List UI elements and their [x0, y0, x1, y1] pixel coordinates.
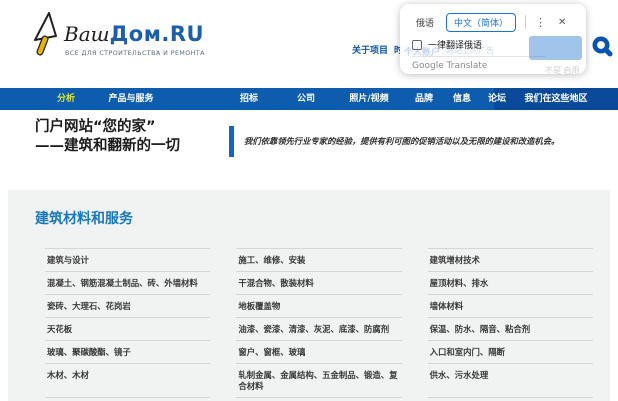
header-link-site-ads-obscured[interactable]: 网站上的广告 [446, 45, 494, 56]
header-link-account-obscured[interactable]: 个人账户 [404, 45, 440, 58]
category-link[interactable]: 施工、维修、安装 [236, 248, 402, 271]
category-link[interactable]: 建筑与设计 [45, 248, 211, 271]
logo-part-vash: Ваш [64, 22, 110, 46]
category-link[interactable]: 瓷砖、大理石、花岗岩 [45, 294, 211, 317]
category-link[interactable]: 供水、污水处理 [427, 363, 593, 397]
category-link[interactable]: 天花板 [45, 317, 211, 340]
category-link[interactable]: 玻璃、聚碳酸酯、镜子 [45, 340, 211, 363]
page-title-line2: ——建筑和翻新的一切 [35, 138, 180, 154]
nav-item-forum[interactable]: 论坛 [488, 88, 506, 110]
popup-separator [525, 15, 527, 29]
site-logo[interactable]: ВашДом.RU [64, 22, 204, 46]
category-link[interactable]: 混凝土、钢筋混凝土制品、砖、外墙材料 [45, 271, 211, 294]
header-link-about[interactable]: 关于项目 [352, 43, 388, 56]
category-link[interactable]: 屋顶材料、排水 [427, 271, 593, 294]
nav-item-info[interactable]: 信息 [453, 88, 471, 110]
nav-item-products[interactable]: 产品与服务 [108, 88, 153, 110]
translate-target-tab[interactable]: 中文（简体） [446, 12, 517, 32]
category-link[interactable]: 干混合物、散装材料 [236, 271, 402, 294]
category-link[interactable]: 窗户、窗框、玻璃 [236, 340, 402, 363]
category-link[interactable]: 管道、浴室、游泳池 [45, 397, 211, 401]
catalog-panel: 建筑材料和服务 建筑与设计 施工、维修、安装 建筑增材技术 混凝土、钢筋混凝土制… [8, 190, 610, 401]
category-link[interactable]: 建筑增材技术 [427, 248, 593, 271]
category-link[interactable]: 供暖和供气 [427, 397, 593, 401]
translate-source-tab[interactable]: 俄语 [410, 16, 440, 29]
logo-tagline: ВСЕ ДЛЯ СТРОИТЕЛЬСТВА И РЕМОНТА [65, 50, 205, 57]
category-link[interactable]: 木材、木材 [45, 363, 211, 397]
category-link[interactable]: 地板覆盖物 [236, 294, 402, 317]
logo-part-dom: Дом.RU [109, 22, 205, 46]
hero-quote: 我们依靠领先行业专家的经验，提供有利可图的促销活动以及无限的建设和改造机会。 [244, 136, 560, 146]
category-table: 建筑与设计 施工、维修、安装 建筑增材技术 混凝土、钢筋混凝土制品、砖、外墙材料… [45, 248, 593, 401]
nav-item-companies[interactable]: 公司 [297, 88, 315, 110]
obscured-text: 不是 启用 [545, 66, 580, 75]
search-icon[interactable] [591, 35, 615, 59]
more-options-icon[interactable]: ⋮ [533, 16, 548, 29]
category-link[interactable]: 油漆、瓷漆、清漆、灰泥、底漆、防腐剂 [236, 317, 402, 340]
header-submit-button-obscured[interactable] [529, 36, 582, 60]
category-link[interactable]: 轧制金属、金属结构、五金制品、锻造、复合材料 [236, 363, 402, 397]
nav-item-brands[interactable]: 品牌 [415, 88, 433, 110]
nav-item-regions[interactable]: 我们在这些地区 [524, 88, 587, 110]
nav-item-tenders[interactable]: 招标 [240, 88, 258, 110]
main-nav: 分析 产品与服务 招标 公司 照片/视频 品牌 信息 论坛 我们在这些地区 [0, 88, 618, 110]
category-link[interactable]: 通风和空调系统 [236, 397, 402, 401]
page-title: 门户网站“您的家” ——建筑和翻新的一切 [35, 118, 180, 156]
category-link[interactable]: 入口和室内门、隔断 [427, 340, 593, 363]
catalog-heading: 建筑材料和服务 [35, 211, 133, 227]
trowel-icon [32, 12, 64, 60]
close-icon[interactable]: ✕ [558, 17, 566, 28]
page: ВашДом.RU ВСЕ ДЛЯ СТРОИТЕЛЬСТВА И РЕМОНТ… [0, 0, 618, 401]
category-link[interactable]: 墙体材料 [427, 294, 593, 317]
page-title-line1: 门户网站“您的家” [35, 119, 156, 135]
category-link[interactable]: 保温、防水、隔音、粘合剂 [427, 317, 593, 340]
quote-accent-bar [229, 126, 234, 157]
nav-item-photos[interactable]: 照片/视频 [349, 88, 388, 110]
google-translate-brand: Google Translate [412, 61, 488, 71]
nav-item-analysis[interactable]: 分析 [57, 88, 75, 110]
